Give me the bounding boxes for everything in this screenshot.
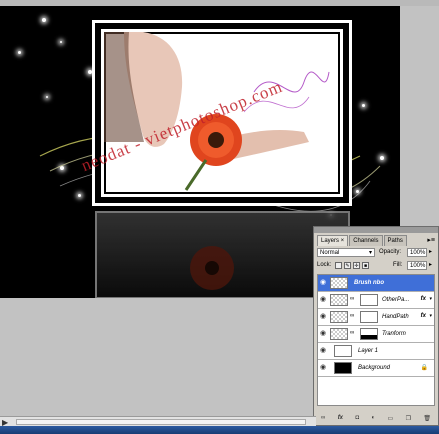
link-icon[interactable]: ∞ xyxy=(321,415,325,421)
layer-thumbnail xyxy=(330,277,348,289)
group-icon[interactable]: ▭ xyxy=(388,415,394,422)
layer-name[interactable]: HandPath xyxy=(382,314,409,320)
visibility-eye-icon[interactable]: ◉ xyxy=(319,313,327,321)
opacity-arrow-icon[interactable]: ▸ xyxy=(429,248,432,255)
fill-value: 100% xyxy=(410,263,426,269)
lock-pixels-icon[interactable]: ✎ xyxy=(344,262,351,269)
layer-list[interactable]: ◉ Brush nbo ◉ ∞ OtherPa... fx ▾ ◉ ∞ Hand… xyxy=(317,274,435,406)
new-layer-icon[interactable]: ❐ xyxy=(406,415,411,422)
opacity-value: 100% xyxy=(410,250,426,256)
panel-tabs: Layers × Channels Paths xyxy=(317,235,408,246)
layer-name[interactable]: Tranform xyxy=(382,331,406,337)
trash-icon[interactable]: 🗑 xyxy=(423,415,431,422)
fill-arrow-icon[interactable]: ▸ xyxy=(429,261,432,268)
tab-layers[interactable]: Layers × xyxy=(317,235,349,246)
link-icon: ∞ xyxy=(350,313,355,319)
layers-panel[interactable]: Layers × Channels Paths ▸≡ Normal ▾ Opac… xyxy=(313,226,439,426)
expand-arrow-icon[interactable]: ▾ xyxy=(429,313,432,319)
expand-arrow-icon[interactable]: ▾ xyxy=(429,296,432,302)
fill-label: Fill: xyxy=(393,262,403,268)
layer-thumbnail xyxy=(330,328,348,340)
visibility-eye-icon[interactable]: ◉ xyxy=(319,347,327,355)
panel-title-bar[interactable] xyxy=(314,227,438,233)
tab-paths[interactable]: Paths xyxy=(383,235,407,246)
layer-name[interactable]: OtherPa... xyxy=(382,297,409,303)
vector-mask-thumbnail xyxy=(360,294,378,306)
lock-icon: 🔒 xyxy=(420,365,428,371)
link-icon: ∞ xyxy=(350,296,355,302)
mask-icon[interactable]: ◘ xyxy=(355,415,359,421)
layer-thumbnail xyxy=(334,362,352,374)
visibility-eye-icon[interactable]: ◉ xyxy=(319,364,327,372)
fx-icon[interactable]: fx xyxy=(421,296,426,302)
opacity-label: Opacity: xyxy=(379,249,402,255)
visibility-eye-icon[interactable]: ◉ xyxy=(319,279,327,287)
vector-mask-thumbnail xyxy=(360,311,378,323)
layer-row[interactable]: ◉ Brush nbo xyxy=(318,275,434,292)
lock-row: Lock: ✎ ✛ ■ Fill: 100% ▸ xyxy=(317,261,435,271)
layer-name[interactable]: Layer 1 xyxy=(358,348,378,354)
layer-thumbnail xyxy=(334,345,352,357)
layer-mask-thumbnail xyxy=(360,328,378,340)
taskbar xyxy=(0,426,439,434)
visibility-eye-icon[interactable]: ◉ xyxy=(319,296,327,304)
panel-menu-icon[interactable]: ▸≡ xyxy=(427,236,435,244)
link-icon: ∞ xyxy=(350,330,355,336)
fx-icon[interactable]: fx xyxy=(338,415,343,421)
blend-mode-value: Normal xyxy=(320,250,340,256)
scroll-track[interactable] xyxy=(16,419,306,425)
chevron-down-icon: ▾ xyxy=(368,250,372,256)
layer-row[interactable]: ◉ ∞ HandPath fx ▾ xyxy=(318,309,434,326)
layer-row[interactable]: ◉ Layer 1 xyxy=(318,343,434,360)
blend-row: Normal ▾ Opacity: 100% ▸ xyxy=(317,248,435,258)
lock-label: Lock: xyxy=(317,262,332,268)
tab-channels[interactable]: Channels xyxy=(349,235,383,246)
reflection-image xyxy=(190,246,234,290)
layer-thumbnail xyxy=(330,311,348,323)
fx-icon[interactable]: fx xyxy=(421,313,426,319)
layer-name[interactable]: Brush nbo xyxy=(354,280,384,286)
visibility-eye-icon[interactable]: ◉ xyxy=(319,330,327,338)
photo-reflection xyxy=(95,211,350,298)
layer-name[interactable]: Background xyxy=(358,365,390,371)
blend-mode-select[interactable]: Normal ▾ xyxy=(317,248,375,257)
fill-input[interactable]: 100% xyxy=(407,261,427,270)
layer-row[interactable]: ◉ Background 🔒 xyxy=(318,360,434,377)
layer-thumbnail xyxy=(330,294,348,306)
lock-transparency-icon[interactable] xyxy=(335,262,342,269)
opacity-input[interactable]: 100% xyxy=(407,248,427,257)
layer-row[interactable]: ◉ ∞ Tranform xyxy=(318,326,434,343)
lock-position-icon[interactable]: ✛ xyxy=(353,262,360,269)
layer-row[interactable]: ◉ ∞ OtherPa... fx ▾ xyxy=(318,292,434,309)
adjustment-icon[interactable]: ◐ xyxy=(371,415,375,421)
panel-bottom-toolbar: ∞ fx ◘ ◐ ▭ ❐ 🗑 xyxy=(317,413,435,423)
lock-all-icon[interactable]: ■ xyxy=(362,262,369,269)
